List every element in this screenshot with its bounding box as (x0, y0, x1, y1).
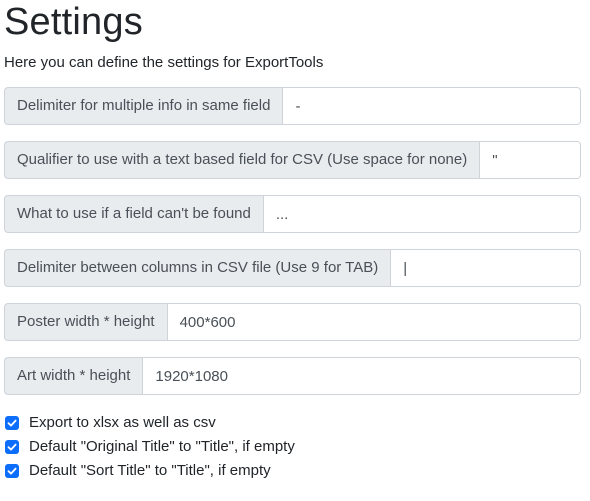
poster-size-group: Poster width * height (4, 303, 581, 341)
default-original-title-option[interactable]: Default "Original Title" to "Title", if … (4, 435, 581, 459)
csv-qualifier-label: Qualifier to use with a text based field… (4, 141, 480, 179)
checkmark-icon (7, 467, 17, 475)
csv-column-delimiter-label: Delimiter between columns in CSV file (U… (4, 249, 391, 287)
multi-info-delimiter-input[interactable] (282, 87, 581, 125)
checkmark-icon (7, 443, 17, 451)
default-sort-title-option[interactable]: Default "Sort Title" to "Title", if empt… (4, 459, 581, 483)
page-title: Settings (4, 1, 143, 43)
export-xlsx-option[interactable]: Export to xlsx as well as csv (4, 411, 581, 435)
export-xlsx-label: Export to xlsx as well as csv (29, 414, 216, 431)
default-original-title-label: Default "Original Title" to "Title", if … (29, 438, 295, 455)
missing-field-label: What to use if a field can't be found (4, 195, 263, 233)
art-size-label: Art width * height (4, 357, 143, 395)
checkmark-icon (7, 419, 17, 427)
csv-column-delimiter-input[interactable] (390, 249, 581, 287)
poster-size-label: Poster width * height (4, 303, 167, 341)
csv-qualifier-input[interactable] (479, 141, 581, 179)
default-original-title-checkbox[interactable] (5, 440, 19, 454)
missing-field-input[interactable] (262, 195, 581, 233)
multi-info-delimiter-group: Delimiter for multiple info in same fiel… (4, 87, 581, 125)
art-size-group: Art width * height (4, 357, 581, 395)
default-sort-title-label: Default "Sort Title" to "Title", if empt… (29, 462, 271, 479)
csv-qualifier-group: Qualifier to use with a text based field… (4, 141, 581, 179)
missing-field-group: What to use if a field can't be found (4, 195, 581, 233)
settings-page: Settings Here you can define the setting… (4, 0, 581, 483)
export-xlsx-checkbox[interactable] (5, 416, 19, 430)
art-size-input[interactable] (142, 357, 581, 395)
poster-size-input[interactable] (166, 303, 581, 341)
csv-column-delimiter-group: Delimiter between columns in CSV file (U… (4, 249, 581, 287)
page-subtitle: Here you can define the settings for Exp… (4, 54, 324, 71)
multi-info-delimiter-label: Delimiter for multiple info in same fiel… (4, 87, 283, 125)
options-checklist: Export to xlsx as well as csv Default "O… (4, 411, 581, 483)
default-sort-title-checkbox[interactable] (5, 464, 19, 478)
